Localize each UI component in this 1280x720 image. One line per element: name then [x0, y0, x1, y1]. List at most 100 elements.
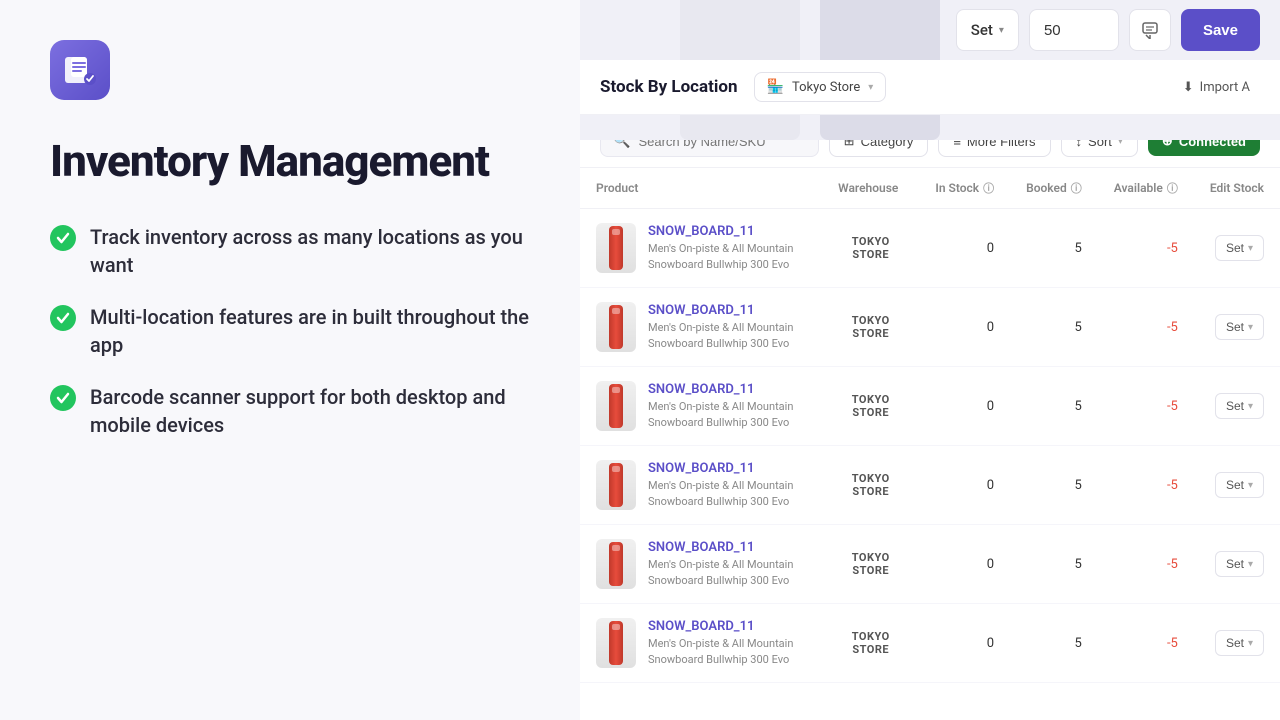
booked-cell-3: 5: [1010, 446, 1098, 525]
check-icon-3: [50, 385, 76, 411]
feature-item-2: Multi-location features are in built thr…: [50, 303, 530, 359]
edit-stock-cell-0: Set ▾: [1194, 209, 1280, 288]
set-row-chevron-icon-2: ▾: [1248, 401, 1253, 412]
product-image-2: [596, 381, 636, 431]
product-sku-1: SNOW_BOARD_11: [648, 303, 806, 318]
booked-cell-0: 5: [1010, 209, 1098, 288]
warehouse-cell-4: TOKYO STORE: [822, 525, 919, 604]
warehouse-cell-1: TOKYO STORE: [822, 288, 919, 367]
product-cell-4: SNOW_BOARD_11 Men's On-piste & All Mount…: [580, 525, 822, 604]
product-sku-4: SNOW_BOARD_11: [648, 540, 806, 555]
booked-cell-2: 5: [1010, 367, 1098, 446]
quantity-input[interactable]: [1029, 9, 1119, 51]
warehouse-name-4: TOKYO STORE: [838, 551, 903, 577]
product-desc-4: Men's On-piste & All Mountain Snowboard …: [648, 558, 793, 586]
product-info-3: SNOW_BOARD_11 Men's On-piste & All Mount…: [648, 461, 806, 509]
col-warehouse: Warehouse: [822, 168, 919, 209]
product-info-1: SNOW_BOARD_11 Men's On-piste & All Mount…: [648, 303, 806, 351]
table-row: SNOW_BOARD_11 Men's On-piste & All Mount…: [580, 604, 1280, 683]
in-stock-cell-3: 0: [919, 446, 1010, 525]
warehouse-cell-3: TOKYO STORE: [822, 446, 919, 525]
logo-icon: [63, 53, 97, 87]
product-image-0: [596, 223, 636, 273]
in-stock-cell-5: 0: [919, 604, 1010, 683]
set-dropdown[interactable]: Set ▾: [956, 9, 1019, 51]
col-booked: Booked ⓘ: [1010, 168, 1098, 209]
available-cell-3: -5: [1098, 446, 1194, 525]
import-label: Import A: [1200, 80, 1250, 95]
import-icon: ⬇: [1183, 80, 1194, 95]
product-image-3: [596, 460, 636, 510]
table-row: SNOW_BOARD_11 Men's On-piste & All Mount…: [580, 446, 1280, 525]
check-icon-1: [50, 225, 76, 251]
product-desc-0: Men's On-piste & All Mountain Snowboard …: [648, 242, 793, 270]
product-sku-0: SNOW_BOARD_11: [648, 224, 806, 239]
warehouse-name-3: TOKYO STORE: [838, 472, 903, 498]
available-cell-1: -5: [1098, 288, 1194, 367]
edit-stock-cell-1: Set ▾: [1194, 288, 1280, 367]
feature-text-3: Barcode scanner support for both desktop…: [90, 383, 530, 439]
check-icon-2: [50, 305, 76, 331]
table-row: SNOW_BOARD_11 Men's On-piste & All Mount…: [580, 288, 1280, 367]
product-image-4: [596, 539, 636, 589]
set-label: Set: [971, 21, 993, 39]
product-info-5: SNOW_BOARD_11 Men's On-piste & All Mount…: [648, 619, 806, 667]
product-cell-1: SNOW_BOARD_11 Men's On-piste & All Mount…: [580, 288, 822, 367]
import-button[interactable]: ⬇ Import A: [1173, 74, 1260, 101]
stock-title: Stock By Location: [600, 77, 738, 97]
right-panel: Set ▾ Save Stock By Location 🏪 Tokyo Sto…: [580, 0, 1280, 720]
col-in-stock: In Stock ⓘ: [919, 168, 1010, 209]
set-row-chevron-icon-0: ▾: [1248, 243, 1253, 254]
product-sku-3: SNOW_BOARD_11: [648, 461, 806, 476]
product-image-1: [596, 302, 636, 352]
feature-text-2: Multi-location features are in built thr…: [90, 303, 530, 359]
location-chevron-icon: ▾: [868, 82, 873, 93]
available-cell-5: -5: [1098, 604, 1194, 683]
set-row-button-2[interactable]: Set ▾: [1215, 393, 1264, 419]
set-row-button-0[interactable]: Set ▾: [1215, 235, 1264, 261]
set-row-button-3[interactable]: Set ▾: [1215, 472, 1264, 498]
in-stock-info-icon: ⓘ: [983, 180, 994, 196]
set-row-button-5[interactable]: Set ▾: [1215, 630, 1264, 656]
product-sku-5: SNOW_BOARD_11: [648, 619, 806, 634]
in-stock-cell-2: 0: [919, 367, 1010, 446]
set-row-chevron-icon-3: ▾: [1248, 480, 1253, 491]
warehouse-cell-2: TOKYO STORE: [822, 367, 919, 446]
table-row: SNOW_BOARD_11 Men's On-piste & All Mount…: [580, 209, 1280, 288]
stock-header: Stock By Location 🏪 Tokyo Store ▾ ⬇ Impo…: [580, 60, 1280, 115]
product-info-0: SNOW_BOARD_11 Men's On-piste & All Mount…: [648, 224, 806, 272]
available-cell-0: -5: [1098, 209, 1194, 288]
warehouse-cell-5: TOKYO STORE: [822, 604, 919, 683]
booked-info-icon: ⓘ: [1071, 180, 1082, 196]
warehouse-name-2: TOKYO STORE: [838, 393, 903, 419]
set-row-chevron-icon-5: ▾: [1248, 638, 1253, 649]
edit-stock-cell-3: Set ▾: [1194, 446, 1280, 525]
edit-stock-cell-2: Set ▾: [1194, 367, 1280, 446]
warehouse-name-5: TOKYO STORE: [838, 630, 903, 656]
inventory-table: Product Warehouse In Stock ⓘ Booked: [580, 168, 1280, 683]
available-cell-4: -5: [1098, 525, 1194, 604]
table-row: SNOW_BOARD_11 Men's On-piste & All Mount…: [580, 525, 1280, 604]
product-cell-3: SNOW_BOARD_11 Men's On-piste & All Mount…: [580, 446, 822, 525]
location-selector[interactable]: 🏪 Tokyo Store ▾: [754, 72, 887, 102]
table-body: SNOW_BOARD_11 Men's On-piste & All Mount…: [580, 209, 1280, 683]
booked-cell-4: 5: [1010, 525, 1098, 604]
booked-cell-5: 5: [1010, 604, 1098, 683]
comment-button[interactable]: [1129, 9, 1171, 51]
store-icon: 🏪: [767, 79, 784, 95]
warehouse-cell-0: TOKYO STORE: [822, 209, 919, 288]
feature-list: Track inventory across as many locations…: [50, 223, 530, 439]
set-row-button-4[interactable]: Set ▾: [1215, 551, 1264, 577]
product-cell-5: SNOW_BOARD_11 Men's On-piste & All Mount…: [580, 604, 822, 683]
set-row-button-1[interactable]: Set ▾: [1215, 314, 1264, 340]
booked-cell-1: 5: [1010, 288, 1098, 367]
inventory-table-container: Product Warehouse In Stock ⓘ Booked: [580, 168, 1280, 720]
product-cell-0: SNOW_BOARD_11 Men's On-piste & All Mount…: [580, 209, 822, 288]
product-info-4: SNOW_BOARD_11 Men's On-piste & All Mount…: [648, 540, 806, 588]
product-desc-3: Men's On-piste & All Mountain Snowboard …: [648, 479, 793, 507]
toolbar: Set ▾ Save: [580, 0, 1280, 60]
table-header-row: Product Warehouse In Stock ⓘ Booked: [580, 168, 1280, 209]
save-button[interactable]: Save: [1181, 9, 1260, 51]
left-panel: Inventory Management Track inventory acr…: [0, 0, 580, 720]
chevron-down-icon: ▾: [999, 25, 1004, 36]
